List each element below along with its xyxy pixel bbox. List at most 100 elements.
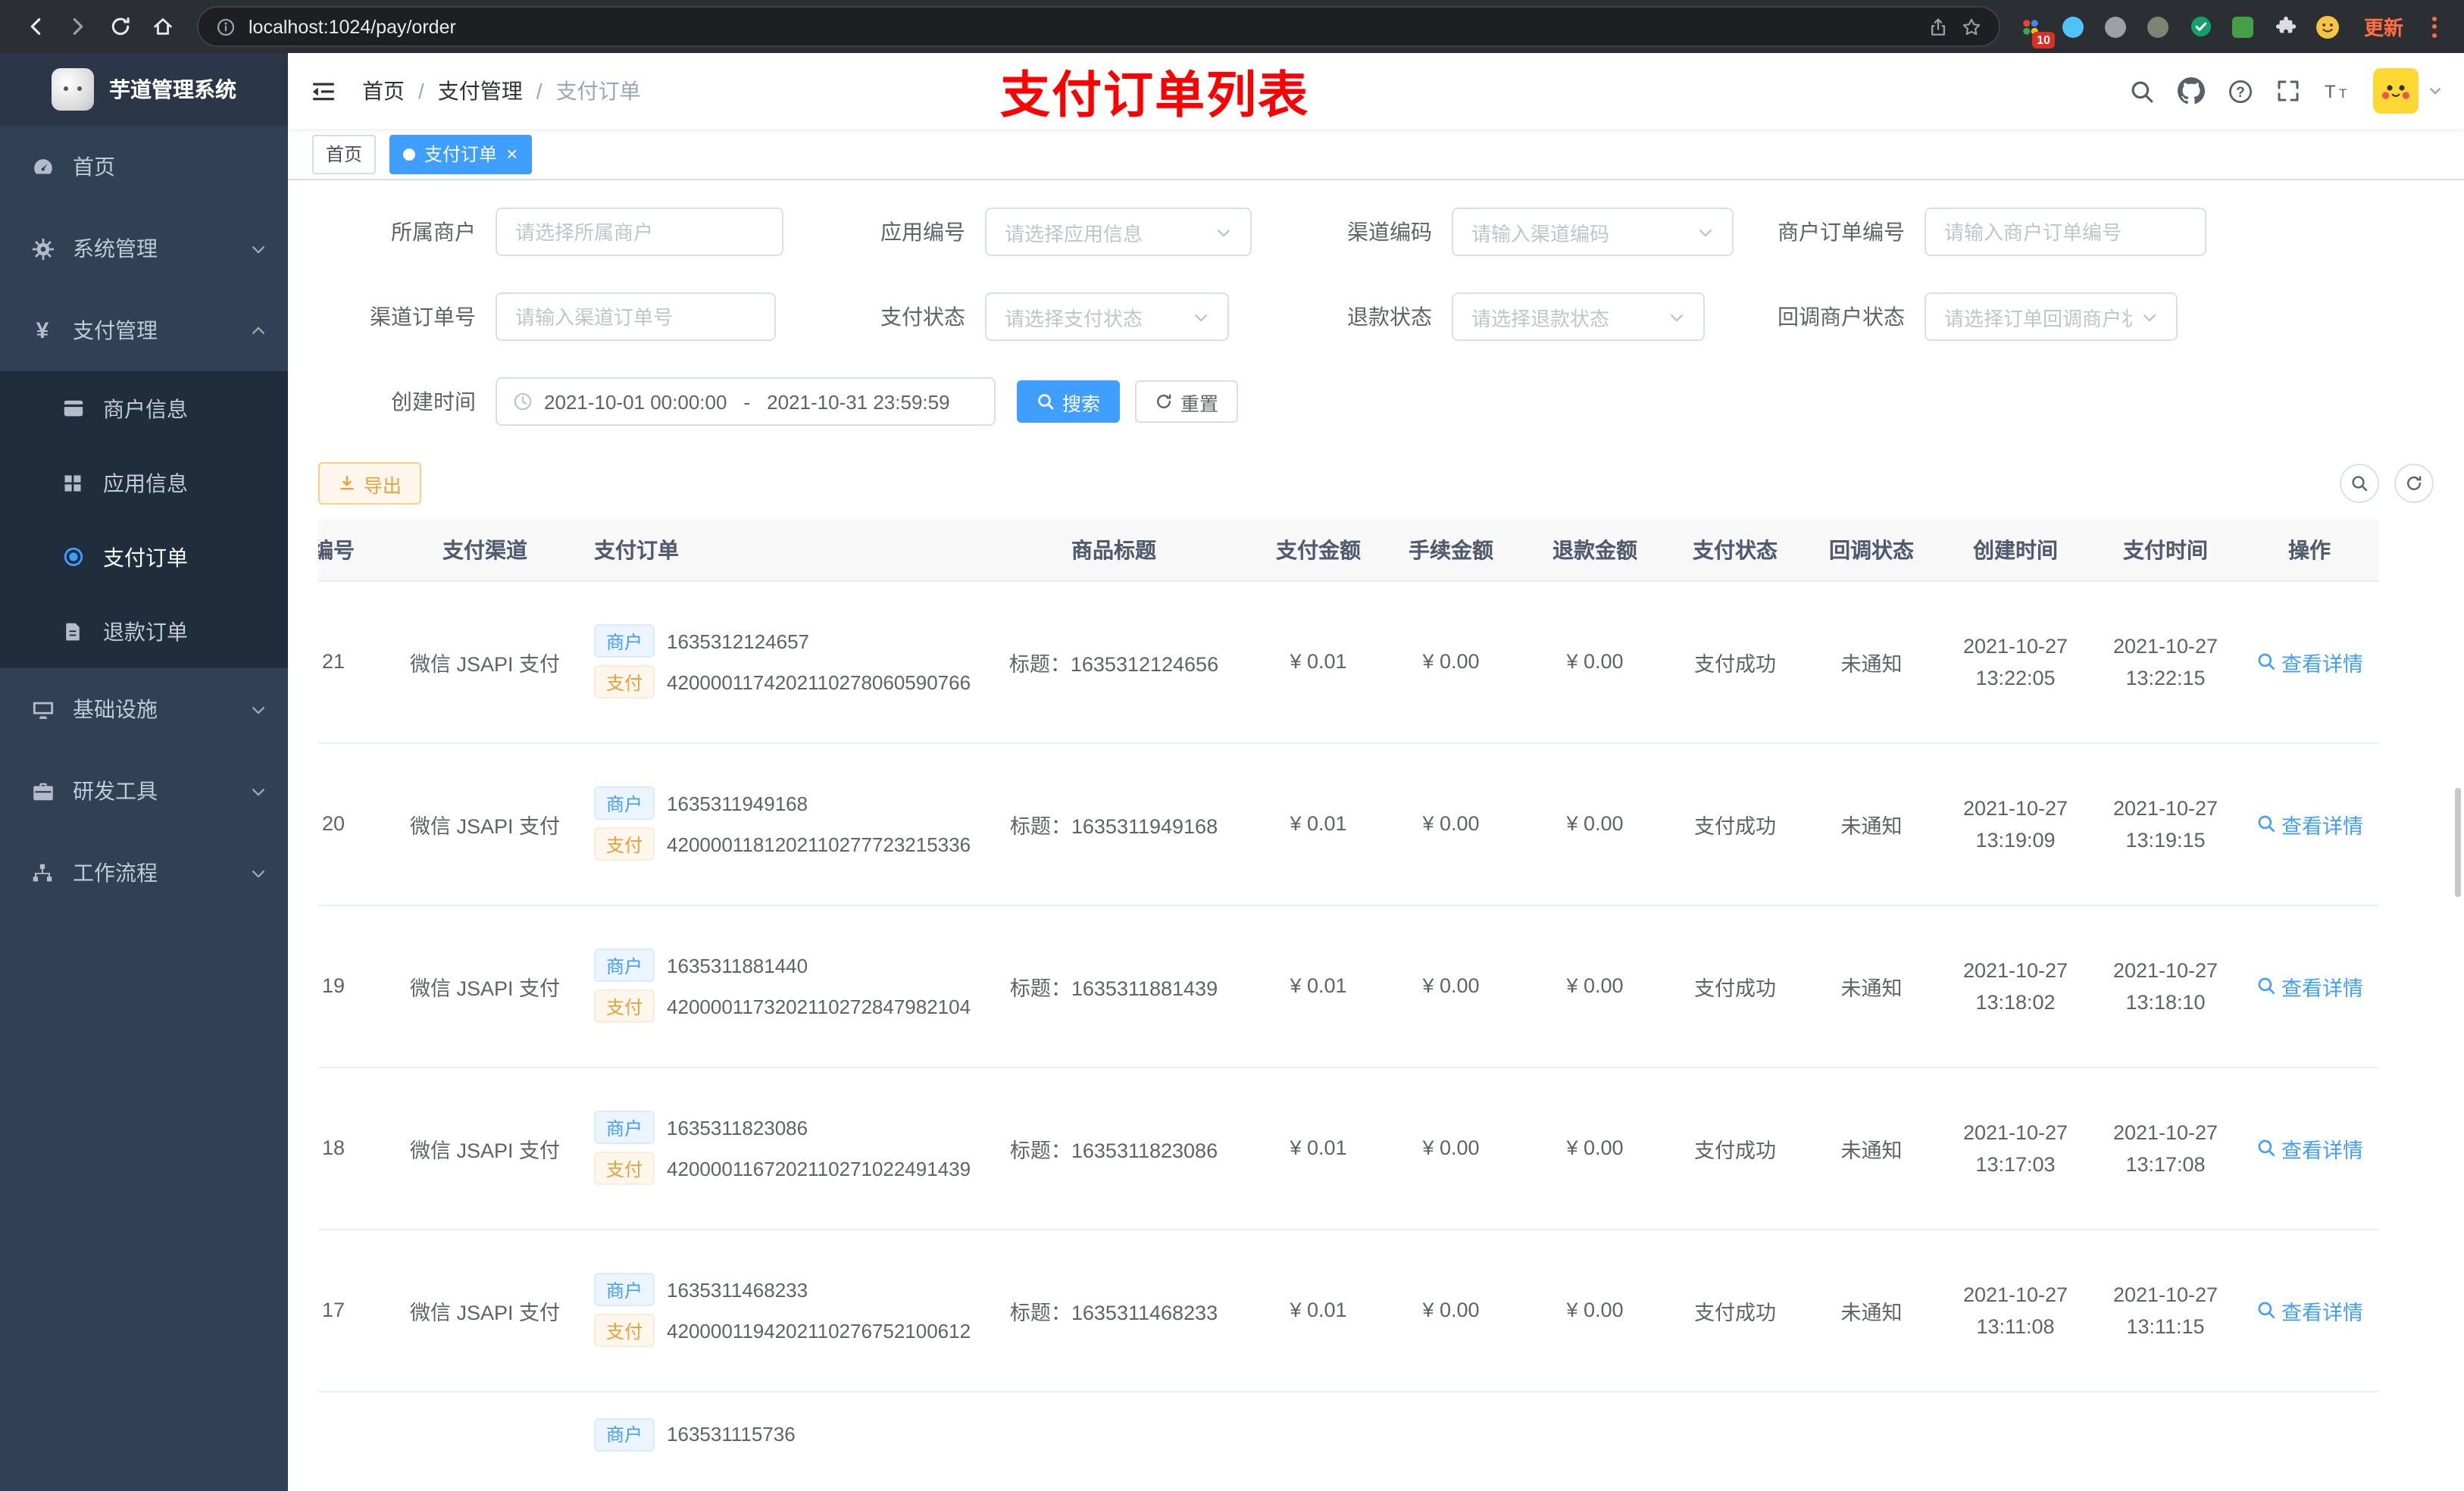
refresh-button[interactable] bbox=[2394, 464, 2434, 503]
github-icon[interactable] bbox=[2178, 77, 2205, 105]
refund-status-select[interactable]: 请选择退款状态 bbox=[1452, 292, 1705, 341]
cell-notify: 未通知 bbox=[1803, 742, 1940, 905]
sidebar-item-merchant-info[interactable]: 商户信息 bbox=[0, 371, 288, 445]
sidebar-item-system[interactable]: 系统管理 bbox=[0, 208, 288, 289]
close-icon[interactable] bbox=[506, 144, 518, 164]
merchant-order-no-input[interactable] bbox=[1925, 208, 2206, 256]
bookmark-star-icon[interactable] bbox=[1961, 16, 1982, 37]
sidebar-item-payment[interactable]: ¥ 支付管理 bbox=[0, 289, 288, 371]
tag-label: 首页 bbox=[326, 144, 363, 165]
cell-action: 查看详情 bbox=[2240, 1067, 2379, 1230]
extensions-puzzle-icon[interactable] bbox=[2270, 11, 2302, 42]
url-bar[interactable]: localhost:1024/pay/order bbox=[197, 6, 2000, 47]
cell-pay-time: 2021-10-27 13:18:10 bbox=[2091, 905, 2240, 1067]
fullscreen-icon[interactable] bbox=[2276, 79, 2300, 103]
active-dot bbox=[403, 148, 416, 160]
browser-update-button[interactable]: 更新 bbox=[2355, 12, 2412, 41]
page-scrollbar[interactable] bbox=[2455, 788, 2461, 897]
breadcrumb-home[interactable]: 首页 bbox=[362, 76, 405, 106]
merchant-input-field[interactable] bbox=[515, 220, 764, 243]
col-status: 支付状态 bbox=[1667, 520, 1803, 581]
extension-gray-icon[interactable] bbox=[2100, 11, 2132, 42]
browser-back-icon[interactable] bbox=[15, 7, 55, 46]
sidebar-item-label: 商户信息 bbox=[103, 396, 188, 420]
orders-table: 编号 支付渠道 支付订单 商品标题 支付金额 手续金额 退款金额 支付状态 回调… bbox=[318, 520, 2434, 1491]
merchant-tag: 商户 bbox=[594, 624, 655, 658]
browser-home-icon[interactable] bbox=[142, 7, 182, 46]
extension-colorful-icon[interactable]: 10 bbox=[2015, 11, 2055, 48]
date-end-value[interactable]: 2021-10-31 23:59:59 bbox=[767, 390, 949, 413]
tag-label: 支付订单 bbox=[424, 144, 498, 165]
site-info-icon[interactable] bbox=[215, 16, 236, 37]
share-icon[interactable] bbox=[1928, 16, 1949, 37]
search-button[interactable]: 搜索 bbox=[1017, 380, 1121, 423]
browser-profile-avatar[interactable] bbox=[2312, 11, 2344, 42]
breadcrumb-pay-manage[interactable]: 支付管理 bbox=[438, 76, 523, 106]
sidebar-item-dev-tools[interactable]: 研发工具 bbox=[0, 750, 288, 832]
breadcrumb: 首页 支付管理 支付订单 bbox=[362, 76, 641, 106]
view-detail-link[interactable]: 查看详情 bbox=[2256, 1295, 2363, 1325]
dashboard-icon bbox=[30, 155, 55, 179]
pay-status-select[interactable]: 请选择支付状态 bbox=[985, 292, 1229, 341]
cell-channel: 微信 JSAPI 支付 bbox=[394, 1229, 576, 1392]
pay-tag: 支付 bbox=[594, 989, 655, 1023]
col-channel: 支付渠道 bbox=[394, 520, 576, 581]
date-start-value[interactable]: 2021-10-01 00:00:00 bbox=[544, 390, 727, 413]
chevron-up-icon bbox=[250, 322, 267, 339]
app-select[interactable]: 请选择应用信息 bbox=[985, 208, 1252, 256]
browser-menu-icon[interactable] bbox=[2423, 16, 2446, 37]
gear-icon bbox=[30, 236, 55, 261]
cell-create-time: 2021-10-27 13:19:09 bbox=[1940, 742, 2091, 905]
channel-order-no-field[interactable] bbox=[515, 305, 756, 328]
table-row-partial: 商户 163531115736 bbox=[318, 1391, 2379, 1491]
sidebar-item-infrastructure[interactable]: 基础设施 bbox=[0, 668, 288, 750]
sidebar-item-pay-order[interactable]: 支付订单 bbox=[0, 520, 288, 594]
cell-fee: ¥ 0.00 bbox=[1379, 580, 1523, 743]
view-detail-link[interactable]: 查看详情 bbox=[2256, 971, 2363, 1001]
app-logo[interactable]: 芋道管理系统 bbox=[0, 53, 288, 126]
app-select-placeholder: 请选择应用信息 bbox=[1005, 222, 1143, 245]
browser-reload-icon[interactable] bbox=[100, 7, 139, 46]
table-header-row: 编号 支付渠道 支付订单 商品标题 支付金额 手续金额 退款金额 支付状态 回调… bbox=[318, 520, 2379, 581]
sidebar-menu: 首页 系统管理 ¥ 支付管理 商户信息 应用信息 支付订单 退款订单 基础设施 … bbox=[0, 126, 288, 914]
cell-id: 21 bbox=[318, 580, 394, 743]
view-detail-link[interactable]: 查看详情 bbox=[2256, 646, 2363, 677]
reset-button[interactable]: 重置 bbox=[1135, 380, 1239, 423]
view-detail-link[interactable]: 查看详情 bbox=[2256, 1133, 2363, 1163]
sidebar-item-workflow[interactable]: 工作流程 bbox=[0, 832, 288, 914]
filter-label-channel-code: 渠道编码 bbox=[1347, 220, 1432, 244]
extension-check-icon[interactable] bbox=[2185, 11, 2217, 42]
chevron-down-icon bbox=[1215, 223, 1232, 240]
breadcrumb-current: 支付订单 bbox=[555, 79, 641, 103]
toggle-search-button[interactable] bbox=[2340, 464, 2379, 503]
extension-olive-icon[interactable] bbox=[2143, 11, 2175, 42]
cell-order: 商户 1635311881440 支付 4200001173202110272847… bbox=[576, 905, 971, 1067]
create-time-range-picker[interactable]: 2021-10-01 00:00:00 - 2021-10-31 23:59:5… bbox=[496, 377, 996, 426]
extension-drop-icon[interactable] bbox=[2058, 11, 2090, 42]
browser-forward-icon[interactable] bbox=[58, 7, 97, 46]
sidebar-item-home[interactable]: 首页 bbox=[0, 126, 288, 208]
search-icon[interactable] bbox=[2129, 78, 2155, 104]
bank-card-icon bbox=[61, 396, 85, 420]
url-text[interactable]: localhost:1024/pay/order bbox=[249, 16, 1915, 37]
channel-order-no-input[interactable] bbox=[496, 292, 776, 341]
export-button[interactable]: 导出 bbox=[318, 462, 422, 505]
user-avatar-menu[interactable] bbox=[2373, 68, 2443, 114]
yen-icon: ¥ bbox=[36, 317, 49, 343]
tag-pay-order[interactable]: 支付订单 bbox=[389, 134, 532, 173]
tag-home[interactable]: 首页 bbox=[312, 134, 377, 173]
target-icon bbox=[61, 545, 85, 569]
help-icon[interactable]: ? bbox=[2228, 78, 2253, 104]
cell-id: 18 bbox=[318, 1067, 394, 1230]
font-size-icon[interactable]: TT bbox=[2323, 79, 2350, 103]
extension-green-square-icon[interactable] bbox=[2228, 11, 2259, 42]
merchant-input[interactable] bbox=[496, 208, 783, 256]
notify-status-select[interactable]: 请选择订单回调商户状态 bbox=[1925, 292, 2178, 341]
merchant-order-no-field[interactable] bbox=[1944, 220, 2187, 243]
menu-fold-icon[interactable] bbox=[288, 53, 359, 129]
table-row: 20 微信 JSAPI 支付 商户 1635311949168 支付 4200001… bbox=[318, 742, 2379, 905]
sidebar-item-app-info[interactable]: 应用信息 bbox=[0, 445, 288, 520]
sidebar-item-refund-order[interactable]: 退款订单 bbox=[0, 594, 288, 668]
channel-code-select[interactable]: 请输入渠道编码 bbox=[1452, 208, 1734, 256]
view-detail-link[interactable]: 查看详情 bbox=[2256, 808, 2363, 839]
